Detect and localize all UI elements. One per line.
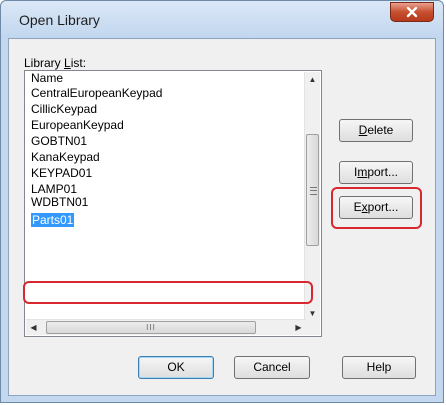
list-item[interactable]: WDBTN01 (27, 197, 305, 209)
list-item[interactable]: KanaKeypad (27, 149, 305, 165)
scroll-down-icon[interactable]: ▼ (305, 306, 320, 321)
list-item[interactable]: EuropeanKeypad (27, 117, 305, 133)
library-listbox[interactable]: Name CentralEuropeanKeypad CillicKeypad … (24, 70, 322, 337)
scroll-left-icon[interactable]: ◀ (26, 320, 41, 335)
horizontal-scrollbar[interactable]: ◀ III ▶ (26, 319, 306, 335)
list-item[interactable]: GOBTN01 (27, 133, 305, 149)
dialog-title: Open Library (19, 12, 100, 28)
scroll-corner (305, 320, 320, 335)
name-column-header[interactable]: Name (27, 72, 309, 84)
help-button[interactable]: Help (342, 356, 416, 379)
vertical-scroll-thumb[interactable] (306, 134, 319, 246)
library-items: CentralEuropeanKeypad CillicKeypad Europ… (27, 85, 305, 228)
list-item[interactable]: KEYPAD01 (27, 165, 305, 181)
export-button[interactable]: Export... (339, 196, 413, 219)
close-icon (406, 6, 418, 18)
library-list-label: Library List: (24, 56, 87, 70)
import-button[interactable]: Import... (339, 161, 413, 184)
ok-button[interactable]: OK (138, 356, 214, 379)
grip-icon (310, 187, 317, 195)
cancel-button[interactable]: Cancel (234, 356, 310, 379)
delete-button[interactable]: Delete (339, 119, 413, 142)
list-item-selected[interactable]: Parts01 (27, 212, 305, 228)
scroll-right-icon[interactable]: ▶ (291, 320, 306, 335)
vertical-scrollbar[interactable]: ▲ ▼ (304, 72, 320, 321)
scroll-up-icon[interactable]: ▲ (305, 72, 320, 87)
list-item[interactable]: CillicKeypad (27, 101, 305, 117)
list-item[interactable]: CentralEuropeanKeypad (27, 85, 305, 101)
title-bar[interactable]: Open Library (1, 1, 443, 38)
list-item[interactable]: LAMP01 (27, 181, 305, 197)
close-button[interactable] (390, 2, 434, 22)
horizontal-scroll-thumb[interactable]: III (46, 321, 256, 334)
